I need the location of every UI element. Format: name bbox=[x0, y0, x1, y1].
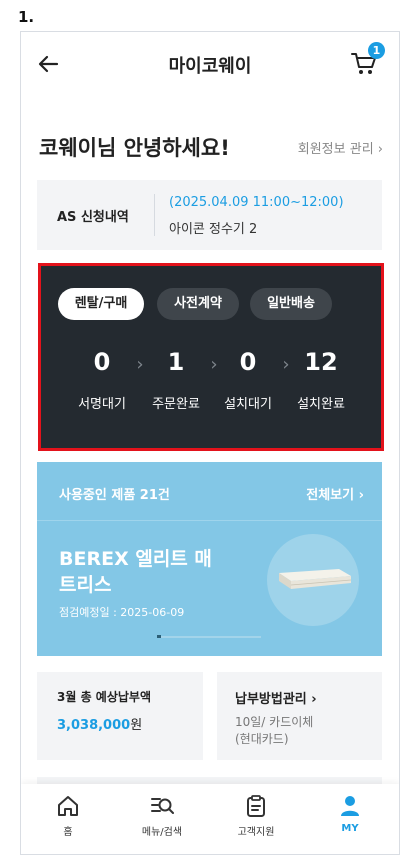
divider bbox=[37, 520, 382, 521]
status-label-signing: 서명대기 bbox=[78, 397, 126, 412]
payment-method-schedule: 10일/ 카드이체 bbox=[235, 715, 314, 729]
status-count-installed[interactable]: 12 bbox=[291, 348, 351, 376]
tab-my-label: MY bbox=[341, 823, 359, 834]
step-label: 1. bbox=[18, 8, 35, 26]
chevron-right-icon: › bbox=[136, 354, 144, 375]
bottom-tab-bar: 홈 메뉴/검색 고객지원 MY bbox=[21, 784, 399, 854]
tab-my[interactable]: MY bbox=[303, 784, 397, 854]
status-label-ordered: 주문완료 bbox=[152, 397, 200, 412]
carousel-indicator bbox=[157, 635, 161, 638]
payment-method-card[interactable]: 납부방법관리 › 10일/ 카드이체 (현대카드) bbox=[217, 672, 382, 760]
monthly-payment-card[interactable]: 3월 총 예상납부액 3,038,000원 bbox=[37, 672, 203, 760]
view-all-link[interactable]: 전체보기 › bbox=[306, 484, 364, 503]
tab-rental-purchase[interactable]: 렌탈/구매 bbox=[58, 288, 144, 320]
clipboard-icon bbox=[247, 795, 265, 817]
greeting-title: 코웨이님 안녕하세요! bbox=[39, 136, 230, 160]
tab-menu-search[interactable]: 메뉴/검색 bbox=[115, 784, 209, 854]
products-in-use-card: 사용중인 제품 21건 전체보기 › BEREX 엘리트 매트리스 점검예정일 … bbox=[37, 462, 382, 656]
product-image-frame[interactable] bbox=[267, 534, 359, 626]
cart-button[interactable]: 1 bbox=[349, 42, 385, 78]
as-request-product: 아이콘 정수기 2 bbox=[169, 222, 258, 237]
as-request-card[interactable]: AS 신청내역 (2025.04.09 11:00~12:00) 아이콘 정수기… bbox=[37, 180, 382, 250]
currency-unit: 원 bbox=[130, 718, 143, 733]
payment-amount-value: 3,038,000 bbox=[57, 718, 131, 733]
app-header: 마이코웨이 1 bbox=[21, 32, 399, 96]
carousel-track bbox=[157, 636, 261, 638]
payment-method-detail: 10일/ 카드이체 (현대카드) bbox=[235, 714, 313, 748]
product-name[interactable]: BEREX 엘리트 매트리스 bbox=[59, 546, 219, 598]
divider bbox=[154, 194, 155, 236]
mattress-image bbox=[279, 569, 352, 589]
monthly-payment-title: 3월 총 예상납부액 bbox=[57, 690, 151, 704]
page-title: 마이코웨이 bbox=[168, 56, 252, 77]
payment-method-card-name: (현대카드) bbox=[235, 732, 289, 746]
tab-home-label: 홈 bbox=[63, 827, 73, 838]
tab-home[interactable]: 홈 bbox=[21, 784, 115, 854]
status-count-ordered[interactable]: 1 bbox=[146, 348, 206, 376]
monthly-payment-amount: 3,038,000원 bbox=[57, 714, 142, 733]
home-icon bbox=[58, 796, 78, 816]
menu-search-icon bbox=[151, 798, 174, 814]
status-count-install-wait[interactable]: 0 bbox=[218, 348, 278, 376]
tab-customer-support[interactable]: 고객지원 bbox=[209, 784, 303, 854]
person-icon bbox=[341, 796, 359, 816]
order-status-panel: 렌탈/구매 사전계약 일반배송 0 › 1 › 0 › 12 서명대기 주문완료… bbox=[38, 263, 384, 451]
tab-general-delivery[interactable]: 일반배송 bbox=[250, 288, 332, 320]
as-request-time: (2025.04.09 11:00~12:00) bbox=[169, 195, 344, 210]
status-count-signing[interactable]: 0 bbox=[72, 348, 132, 376]
status-label-install-wait: 설치대기 bbox=[224, 397, 272, 412]
as-request-label: AS 신청내역 bbox=[57, 210, 129, 225]
inspection-date: 점검예정일 : 2025-06-09 bbox=[59, 606, 185, 619]
payment-method-title: 납부방법관리 › bbox=[235, 692, 317, 707]
tab-menu-search-label: 메뉴/검색 bbox=[141, 827, 183, 838]
tab-pre-contract[interactable]: 사전계약 bbox=[157, 288, 239, 320]
products-count-title: 사용중인 제품 21건 bbox=[59, 488, 170, 503]
tab-customer-support-label: 고객지원 bbox=[237, 827, 275, 838]
cart-count-badge: 1 bbox=[368, 42, 385, 59]
member-info-link[interactable]: 회원정보 관리 › bbox=[298, 138, 383, 157]
phone-screen: 마이코웨이 1 코웨이님 안녕하세요! 회원정보 관리 › AS 신청내역 (2… bbox=[20, 31, 400, 855]
status-label-installed: 설치완료 bbox=[297, 397, 345, 412]
